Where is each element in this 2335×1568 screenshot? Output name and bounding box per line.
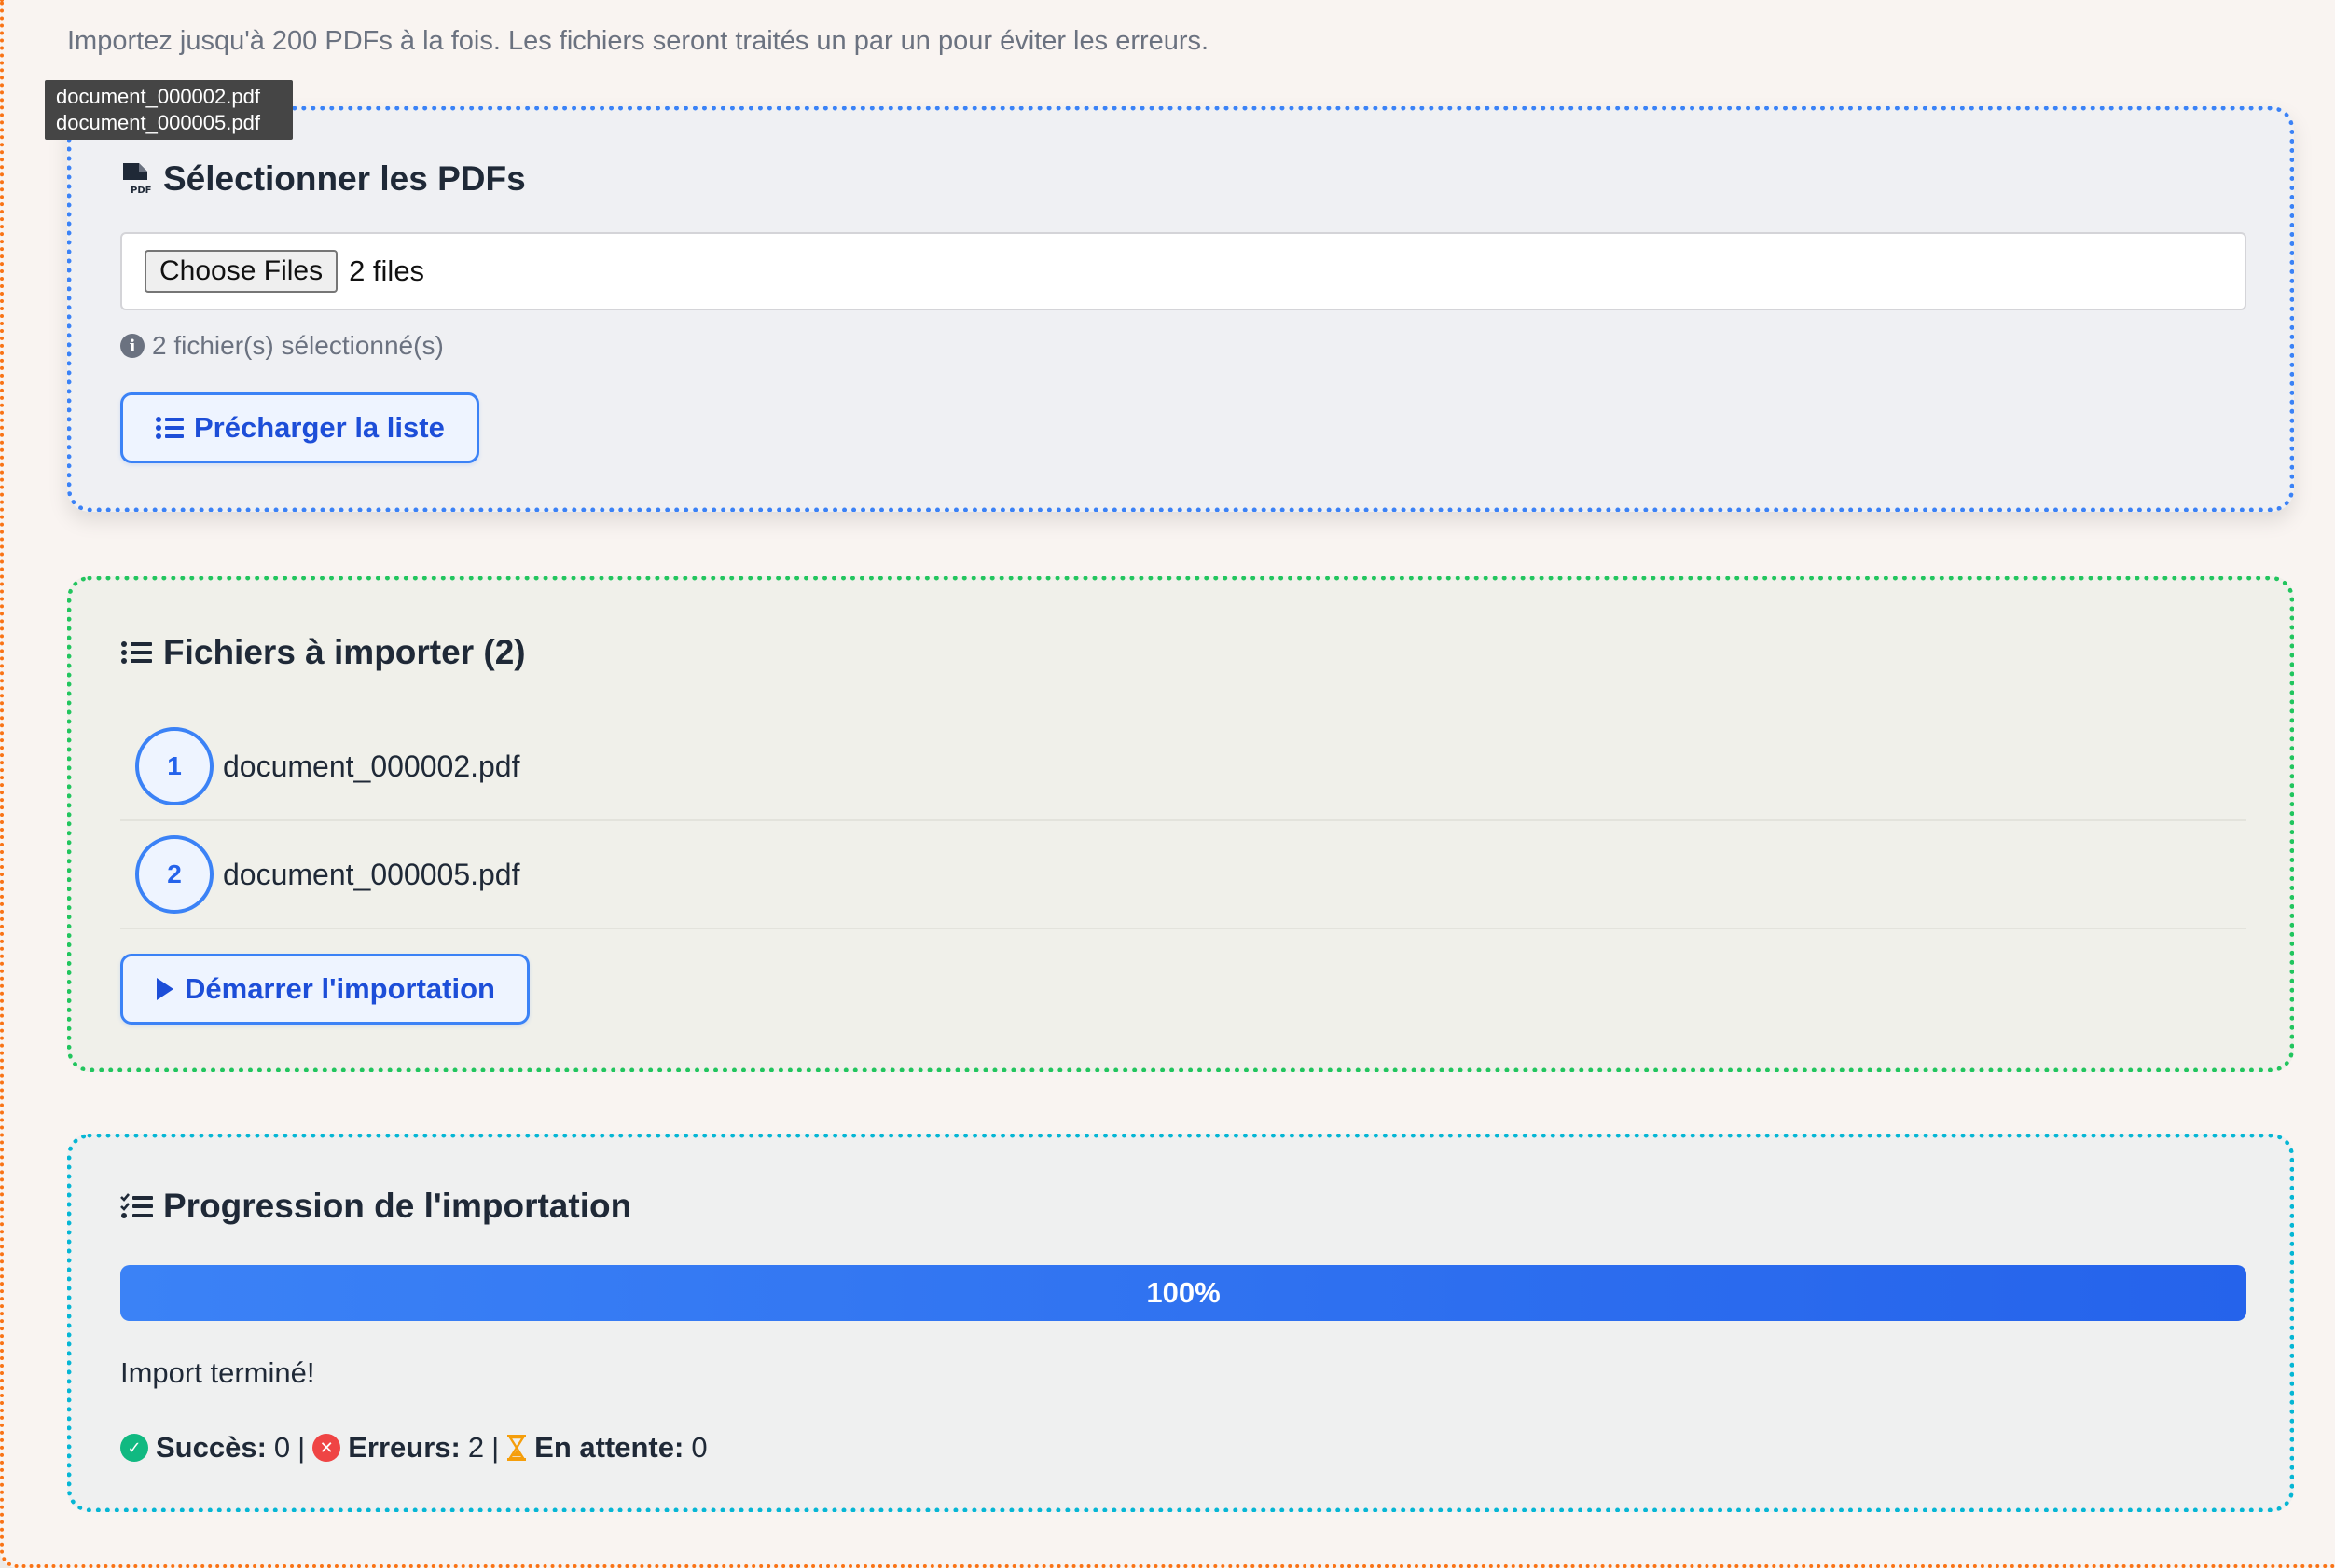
file-name: document_000002.pdf xyxy=(223,749,520,783)
pending-label: En attente: xyxy=(534,1431,684,1464)
status-message: Import terminé! xyxy=(120,1356,315,1389)
intro-text: Importez jusqu'à 200 PDFs à la fois. Les… xyxy=(67,26,1209,56)
selection-hint-text: 2 fichier(s) sélectionné(s) xyxy=(152,331,444,360)
import-stats: ✓ Succès: 0 | ✕ Erreurs: 2 | En attente:… xyxy=(120,1431,708,1465)
import-progress-card: Progression de l'importation 100% Import… xyxy=(67,1134,2294,1512)
file-name: document_000005.pdf xyxy=(223,857,520,891)
info-icon: i xyxy=(120,334,145,358)
start-import-label: Démarrer l'importation xyxy=(185,972,495,1005)
errors-count: 2 xyxy=(467,1431,485,1464)
svg-text:PDF: PDF xyxy=(131,186,151,196)
pending-count: 0 xyxy=(691,1431,708,1464)
selection-hint: i 2 fichier(s) sélectionné(s) xyxy=(120,331,444,361)
files-to-import-title-text: Fichiers à importer (2) xyxy=(163,633,526,671)
select-pdfs-card: PDF Sélectionner les PDFs Choose Files 2… xyxy=(67,106,2294,512)
list-check-icon xyxy=(120,1193,153,1218)
tooltip-line: document_000005.pdf xyxy=(56,111,260,134)
file-index-badge: 2 xyxy=(135,835,214,914)
start-import-button[interactable]: Démarrer l'importation xyxy=(120,954,530,1025)
files-to-import-card: Fichiers à importer (2) 1 document_00000… xyxy=(67,576,2294,1072)
separator: | xyxy=(297,1431,306,1464)
progress-percent: 100% xyxy=(1146,1276,1221,1309)
error-circle-icon: ✕ xyxy=(312,1434,341,1462)
success-label: Succès: xyxy=(156,1431,267,1464)
play-icon xyxy=(157,978,173,1000)
tooltip-line: document_000002.pdf xyxy=(56,85,260,108)
list-icon xyxy=(156,417,184,439)
file-list-tooltip: document_000002.pdf document_000005.pdf xyxy=(45,80,293,140)
preload-list-button[interactable]: Précharger la liste xyxy=(120,392,479,463)
list-item: 2 document_000005.pdf xyxy=(120,821,2246,929)
select-pdfs-title: PDF Sélectionner les PDFs xyxy=(120,159,526,199)
check-circle-icon: ✓ xyxy=(120,1434,148,1462)
files-to-import-title: Fichiers à importer (2) xyxy=(120,633,526,672)
pdf-file-input[interactable]: Choose Files 2 files xyxy=(120,232,2246,310)
list-icon xyxy=(121,641,152,664)
import-page: Importez jusqu'à 200 PDFs à la fois. Les… xyxy=(0,0,2335,1568)
import-progress-title-text: Progression de l'importation xyxy=(163,1187,632,1225)
list-item: 1 document_000002.pdf xyxy=(120,713,2246,821)
import-progress-title: Progression de l'importation xyxy=(120,1187,631,1226)
file-index-badge: 1 xyxy=(135,727,214,805)
file-pdf-icon: PDF xyxy=(123,163,151,196)
progress-bar: 100% xyxy=(120,1265,2246,1321)
separator: | xyxy=(491,1431,500,1464)
preload-list-label: Précharger la liste xyxy=(194,411,445,444)
hourglass-icon xyxy=(507,1435,527,1461)
progress-bar-fill: 100% xyxy=(120,1265,2246,1321)
choose-files-button[interactable]: Choose Files xyxy=(145,250,339,293)
file-input-value: 2 files xyxy=(349,254,425,287)
errors-label: Erreurs: xyxy=(348,1431,461,1464)
success-count: 0 xyxy=(273,1431,291,1464)
select-pdfs-title-text: Sélectionner les PDFs xyxy=(163,159,526,198)
